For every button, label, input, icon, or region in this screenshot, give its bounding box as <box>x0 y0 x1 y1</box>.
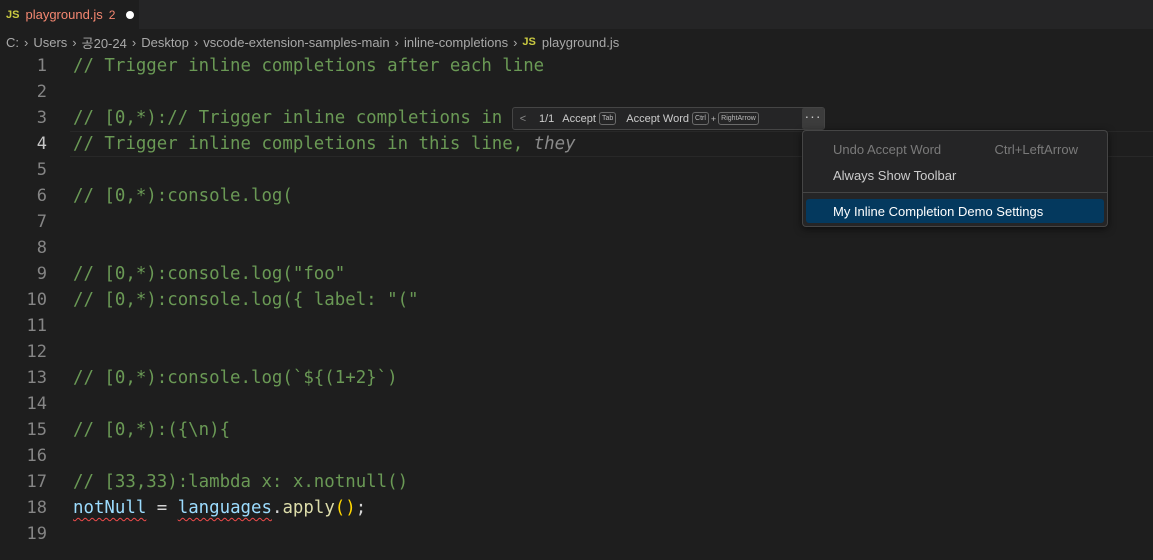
breadcrumb-item-desktop[interactable]: Desktop <box>141 35 189 50</box>
line-text: // [33,33):lambda x: x.notnull() <box>73 472 409 492</box>
line-number: 11 <box>26 316 47 336</box>
chevron-left-icon[interactable]: < <box>513 113 533 125</box>
breadcrumb-item-users[interactable]: Users <box>33 35 67 50</box>
menu-item-label: Always Show Toolbar <box>833 167 957 183</box>
code-line[interactable]: 14 <box>0 391 1153 417</box>
keybinding-tab: Tab <box>598 112 617 125</box>
line-number: 9 <box>36 264 47 284</box>
breadcrumb-item-samples[interactable]: vscode-extension-samples-main <box>203 35 389 50</box>
semicolon: ; <box>355 498 367 518</box>
inline-completion-toolbar: < 1/1 > Accept Tab Accept Word Ctrl + Ri… <box>512 107 825 130</box>
function-apply: apply <box>282 498 335 518</box>
javascript-file-icon: JS <box>6 8 20 21</box>
code-line[interactable]: 16 <box>0 443 1153 469</box>
chevron-right-icon: › <box>394 34 400 50</box>
line-text: // [0,*):console.log( <box>73 186 293 206</box>
menu-item-always-show-toolbar[interactable]: Always Show Toolbar <box>806 163 1104 187</box>
breadcrumb-item-file[interactable]: playground.js <box>542 35 619 50</box>
menu-item-label: Undo Accept Word <box>833 141 942 157</box>
tab-bar: JS playground.js 2 <box>0 0 1153 29</box>
line-number: 19 <box>26 524 47 544</box>
line-text: // [0,*):// Trigger inline completions i… <box>73 108 503 128</box>
line-number: 8 <box>36 238 47 258</box>
menu-item-shortcut: Ctrl+LeftArrow <box>994 141 1078 157</box>
menu-separator <box>803 192 1107 193</box>
variable-notnull: notNull <box>73 498 147 518</box>
code-line[interactable]: 19 <box>0 521 1153 547</box>
line-text: // [0,*):console.log({ label: "(" <box>73 290 419 310</box>
line-number: 14 <box>26 394 47 414</box>
variable-languages: languages <box>177 498 272 518</box>
tab-playground-js[interactable]: JS playground.js 2 <box>0 0 139 29</box>
keybinding-rightarrow: RightArrow <box>718 112 759 125</box>
code-line[interactable]: 15 // [0,*):({\n){ <box>0 417 1153 443</box>
inline-completion-ghost-text: they <box>523 134 576 154</box>
line-number: 18 <box>26 498 47 518</box>
line-number: 5 <box>36 160 47 180</box>
line-number: 17 <box>26 472 47 492</box>
paren-close: ) <box>345 498 356 518</box>
line-number: 13 <box>26 368 47 388</box>
chevron-right-icon: › <box>131 34 137 50</box>
code-line[interactable]: 13 // [0,*):console.log(`${(1+2}`) <box>0 365 1153 391</box>
problems-count-badge: 2 <box>108 7 116 22</box>
line-number: 12 <box>26 342 47 362</box>
menu-item-demo-settings[interactable]: My Inline Completion Demo Settings <box>806 199 1104 223</box>
more-actions-ellipsis-icon[interactable]: ··· <box>802 108 824 129</box>
line-number: 3 <box>36 108 47 128</box>
code-line[interactable]: 8 <box>0 235 1153 261</box>
line-text: // [0,*):console.log("foo" <box>73 264 346 284</box>
menu-item-label: My Inline Completion Demo Settings <box>833 203 1044 219</box>
line-number: 4 <box>36 134 47 154</box>
code-line[interactable]: 17 // [33,33):lambda x: x.notnull() <box>0 469 1153 495</box>
keybinding-plus: + <box>710 113 717 124</box>
chevron-right-icon: › <box>72 34 77 50</box>
chevron-right-icon: › <box>513 34 518 50</box>
line-number: 1 <box>36 56 47 76</box>
javascript-file-icon: JS <box>522 36 536 48</box>
accept-word-button[interactable]: Accept Word <box>626 113 689 125</box>
line-text: // Trigger inline completions in this li… <box>73 131 576 157</box>
tab-label: playground.js <box>25 7 103 22</box>
completion-counter: 1/1 <box>539 112 555 125</box>
more-actions-menu: Undo Accept Word Ctrl+LeftArrow Always S… <box>802 130 1108 227</box>
code-line[interactable]: 2 <box>0 79 1153 105</box>
chevron-right-icon: › <box>193 34 199 50</box>
assign-operator: = <box>146 498 178 518</box>
code-line[interactable]: 9 // [0,*):console.log("foo" <box>0 261 1153 287</box>
line-number: 6 <box>36 186 47 206</box>
breadcrumb-item-user[interactable]: 공20-24 <box>82 33 127 52</box>
line-text: // Trigger inline completions after each… <box>73 56 545 76</box>
breadcrumb-item-drive[interactable]: C: <box>6 35 19 50</box>
accept-button[interactable]: Accept <box>562 113 596 125</box>
code-line[interactable]: 12 <box>0 339 1153 365</box>
unsaved-dot-icon[interactable] <box>126 10 135 19</box>
line-number: 15 <box>26 420 47 440</box>
menu-item-undo-accept-word[interactable]: Undo Accept Word Ctrl+LeftArrow <box>806 137 1104 161</box>
line-number: 16 <box>26 446 47 466</box>
line-text: notNull = languages.apply(); <box>73 495 366 521</box>
line-number: 2 <box>36 82 47 102</box>
line-number: 10 <box>26 290 47 310</box>
breadcrumb: C: › Users › 공20-24 › Desktop › vscode-e… <box>0 31 619 53</box>
line-number: 7 <box>36 212 47 232</box>
line-text-content: // Trigger inline completions in this li… <box>73 134 524 154</box>
dot-operator: . <box>271 498 283 518</box>
code-line[interactable]: 1 // Trigger inline completions after ea… <box>0 53 1153 79</box>
breadcrumb-item-inline-completions[interactable]: inline-completions <box>404 35 508 50</box>
keybinding-ctrl: Ctrl <box>692 112 709 125</box>
code-line[interactable]: 18 notNull = languages.apply(); <box>0 495 1153 521</box>
chevron-right-icon: › <box>24 34 29 50</box>
code-line[interactable]: 10 // [0,*):console.log({ label: "(" <box>0 287 1153 313</box>
paren-open: ( <box>334 498 346 518</box>
code-line[interactable]: 11 <box>0 313 1153 339</box>
line-text: // [0,*):console.log(`${(1+2}`) <box>73 368 398 388</box>
line-text: // [0,*):({\n){ <box>73 420 231 440</box>
